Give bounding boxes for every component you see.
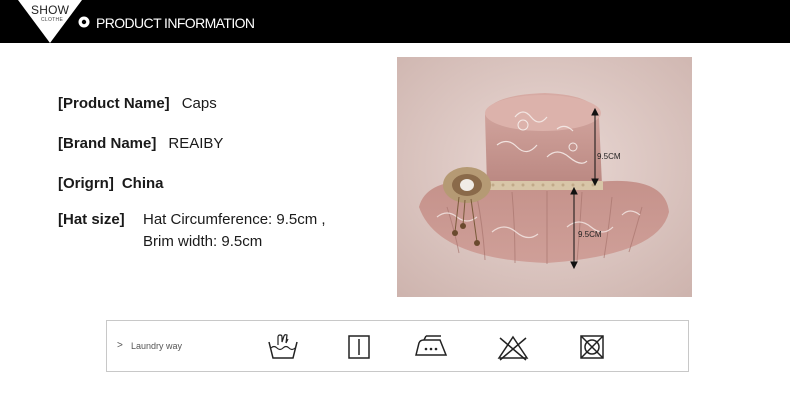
- hand-wash-icon: [268, 334, 298, 359]
- origin-value: China: [121, 175, 164, 192]
- section-title: PRODUCT INFORMATION: [96, 15, 255, 31]
- brim-width-text: Brim width: 9.5cm: [143, 233, 263, 250]
- hat-size-row: [Hat size]: [58, 211, 125, 228]
- do-not-tumble-dry-icon: [580, 335, 604, 359]
- product-photo: 9.5CM 9.5CM: [397, 57, 692, 297]
- origin-row: [Origrn] China: [58, 175, 164, 192]
- hat-image: [397, 57, 692, 297]
- hat-circumference-text: Hat Circumference: 9.5cm ,: [143, 211, 326, 228]
- brand-name-value: REAIBY: [168, 135, 224, 152]
- chevron-right-icon: >: [117, 340, 123, 351]
- iron-low-icon: [415, 335, 448, 356]
- do-not-bleach-icon: [497, 335, 529, 361]
- product-name-value: Caps: [181, 95, 217, 112]
- product-info-page: SHOW CLOTHE PRODUCT INFORMATION [Product…: [0, 0, 790, 404]
- clothe-text: CLOTHE: [41, 17, 64, 23]
- brand-name-label: [Brand Name]: [58, 135, 157, 152]
- origin-label: [Origrn]: [58, 175, 114, 192]
- show-text: SHOW: [31, 3, 70, 17]
- hat-size-label: [Hat size]: [58, 211, 125, 228]
- product-name-label: [Product Name]: [58, 95, 170, 112]
- info-circle-icon: [78, 16, 90, 28]
- laundry-label: Laundry way: [131, 341, 183, 351]
- laundry-instructions: > Laundry way: [106, 320, 689, 372]
- crown-measure-label: 9.5CM: [597, 152, 621, 161]
- header-bar: SHOW CLOTHE PRODUCT INFORMATION: [0, 0, 790, 43]
- brand-name-row: [Brand Name] REAIBY: [58, 135, 223, 152]
- product-name-row: [Product Name] Caps: [58, 95, 217, 112]
- brim-measure-label: 9.5CM: [578, 230, 602, 239]
- line-dry-icon: [348, 335, 370, 359]
